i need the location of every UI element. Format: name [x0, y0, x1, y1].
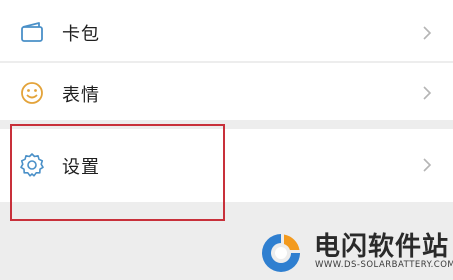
watermark: 电闪软件站 WWW.DS-SOLARBATTERY.COM — [258, 224, 453, 276]
menu-item-card-wallet[interactable]: 卡包 — [0, 5, 453, 61]
menu-item-settings[interactable]: 设置 — [0, 129, 453, 202]
chevron-right-icon — [421, 84, 433, 102]
chevron-right-icon — [421, 156, 433, 174]
menu-item-label: 设置 — [62, 157, 100, 178]
watermark-title: 电闪软件站 — [314, 232, 450, 262]
card-wallet-icon — [18, 19, 46, 47]
menu-item-label: 表情 — [62, 85, 100, 106]
site-logo-icon — [258, 230, 304, 276]
chevron-right-icon — [421, 24, 433, 42]
gear-icon — [18, 151, 46, 179]
menu-item-label: 卡包 — [62, 24, 100, 45]
watermark-url: WWW.DS-SOLARBATTERY.COM — [315, 260, 453, 270]
smiley-icon — [18, 79, 46, 107]
menu-item-stickers[interactable]: 表情 — [0, 63, 453, 120]
